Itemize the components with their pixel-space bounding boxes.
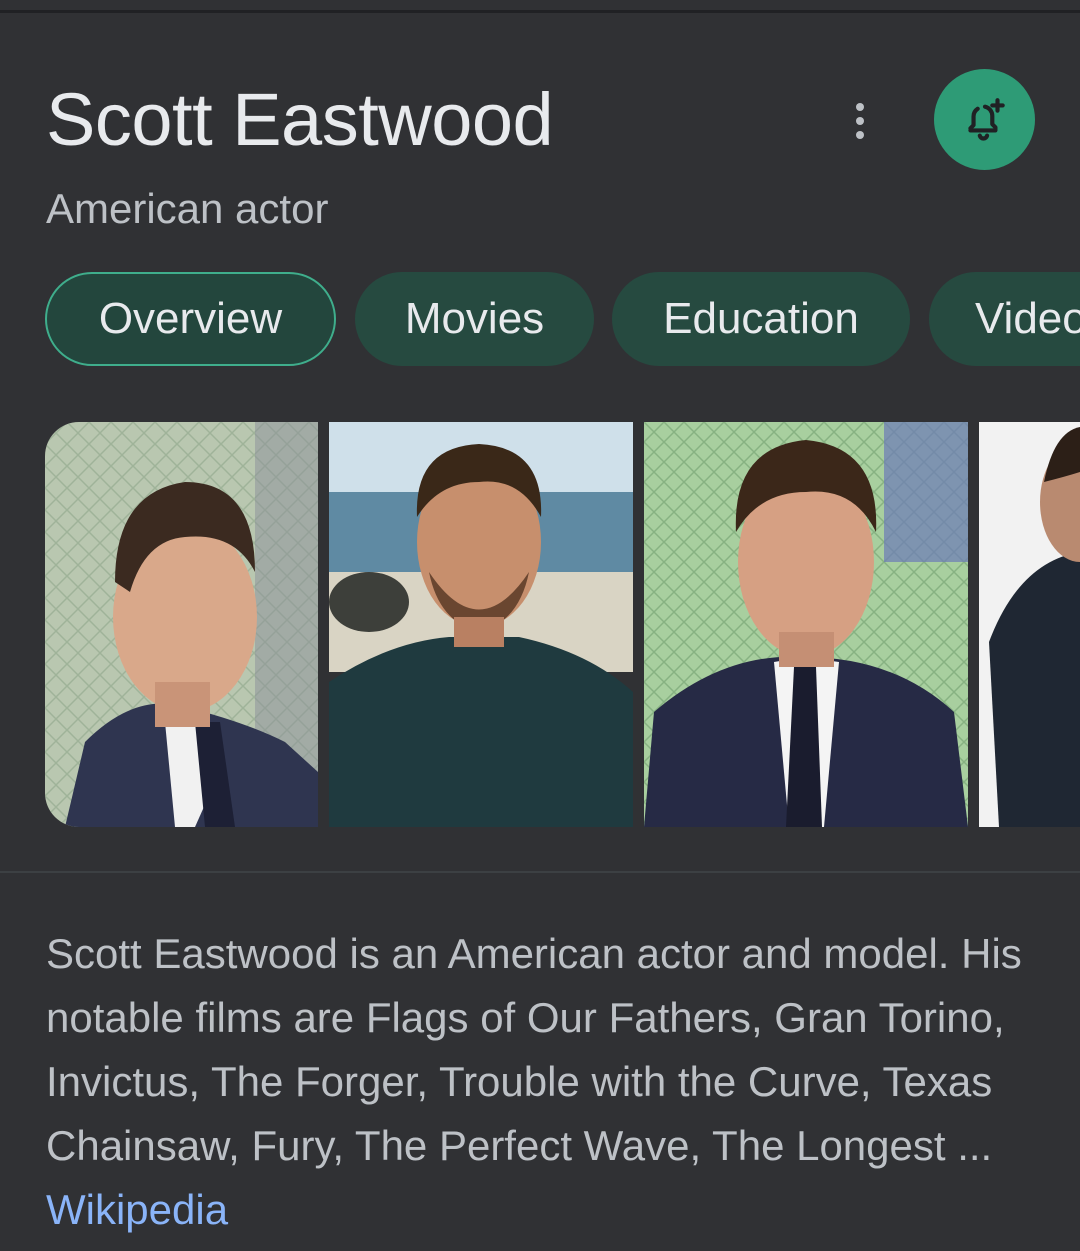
more-vert-icon-dot [856, 117, 864, 125]
section-divider [0, 871, 1080, 873]
more-options-button[interactable] [838, 94, 882, 148]
photo-1 [45, 422, 318, 827]
image-thumbnail-4[interactable] [979, 422, 1080, 827]
tab-overview[interactable]: Overview [45, 272, 336, 366]
more-vert-icon-dot [856, 131, 864, 139]
wikipedia-link[interactable]: Wikipedia [46, 1186, 228, 1233]
tab-movies[interactable]: Movies [355, 272, 594, 366]
more-vert-icon [856, 103, 864, 111]
follow-button[interactable] [934, 69, 1035, 170]
entity-title: Scott Eastwood [46, 78, 554, 161]
description: Scott Eastwood is an American actor and … [46, 922, 1046, 1242]
tab-bar: Overview Movies Education Videos [0, 272, 1080, 368]
entity-subtitle: American actor [46, 185, 329, 232]
tab-education[interactable]: Education [612, 272, 910, 366]
tab-videos[interactable]: Videos [929, 272, 1080, 366]
image-carousel [0, 422, 1080, 827]
photo-4 [979, 422, 1080, 827]
photo-2 [329, 422, 633, 827]
photo-3 [644, 422, 968, 827]
description-text: Scott Eastwood is an American actor and … [46, 930, 1022, 1169]
image-thumbnail-2[interactable] [329, 422, 633, 827]
bell-plus-icon [967, 97, 1005, 141]
image-thumbnail-1[interactable] [45, 422, 318, 827]
top-divider [0, 10, 1080, 13]
image-thumbnail-3[interactable] [644, 422, 968, 827]
